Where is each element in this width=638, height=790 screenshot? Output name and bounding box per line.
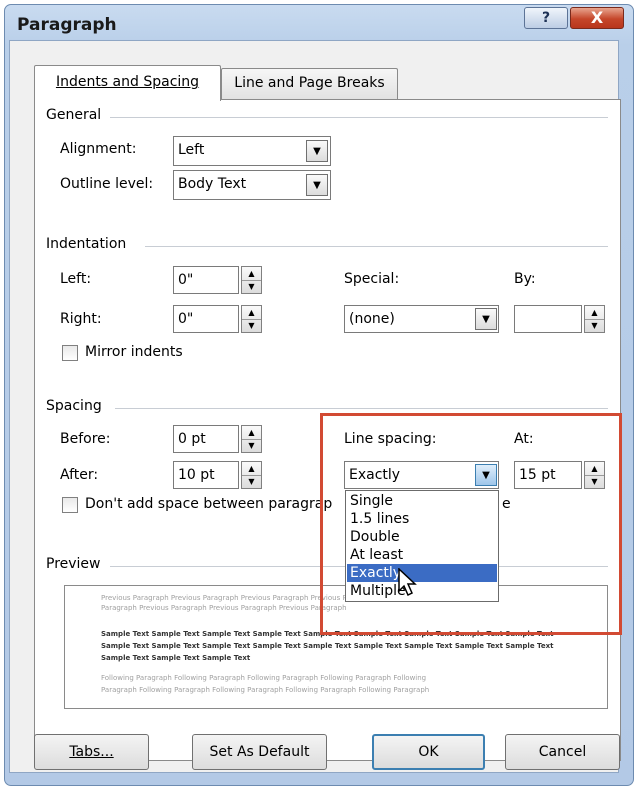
tab-label: Line and Page Breaks — [234, 75, 385, 91]
tab-label: Indents and Spacing — [55, 74, 200, 90]
indentation-divider — [145, 246, 608, 247]
spin-up-icon[interactable]: ▲ — [585, 462, 604, 476]
by-input[interactable] — [514, 305, 582, 333]
alignment-label: Alignment: — [60, 141, 137, 157]
by-spinner[interactable]: ▲ ▼ — [584, 305, 605, 333]
spin-down-icon[interactable]: ▼ — [242, 319, 261, 332]
after-value: 10 pt — [178, 467, 215, 483]
tabs-button[interactable]: Tabs... — [34, 734, 149, 770]
left-indent-label: Left: — [60, 271, 92, 287]
spin-down-icon[interactable]: ▼ — [242, 475, 261, 488]
special-label: Special: — [344, 271, 400, 287]
chevron-down-icon[interactable]: ▼ — [306, 140, 328, 162]
option-exactly[interactable]: Exactly — [347, 564, 497, 582]
left-indent-input[interactable]: 0" — [173, 266, 239, 294]
mouse-pointer-icon — [398, 568, 417, 597]
preview-sample-line: Sample Text Sample Text Sample Text Samp… — [101, 630, 554, 638]
dialog-title: Paragraph — [17, 15, 117, 35]
spacing-divider — [115, 408, 608, 409]
dont-add-space-label-tail: e — [502, 496, 511, 512]
dont-add-space-label: Don't add space between paragrap — [85, 496, 333, 512]
after-input[interactable]: 10 pt — [173, 461, 239, 489]
spin-down-icon[interactable]: ▼ — [585, 475, 604, 488]
spin-up-icon[interactable]: ▲ — [242, 306, 261, 320]
left-indent-value: 0" — [178, 272, 194, 288]
help-button[interactable]: ? — [524, 7, 568, 29]
special-value: (none) — [349, 311, 395, 327]
indentation-heading: Indentation — [46, 236, 133, 252]
general-heading: General — [46, 107, 108, 123]
dont-add-space-checkbox[interactable] — [62, 497, 78, 513]
before-value: 0 pt — [178, 431, 206, 447]
option-double[interactable]: Double — [347, 528, 497, 546]
by-label: By: — [514, 271, 536, 287]
tab-indents-and-spacing[interactable]: Indents and Spacing — [34, 65, 221, 101]
line-spacing-label: Line spacing: — [344, 431, 437, 447]
spin-down-icon[interactable]: ▼ — [242, 280, 261, 293]
at-spinner[interactable]: ▲ ▼ — [584, 461, 605, 489]
title-bar: Paragraph ? X — [5, 5, 633, 45]
preview-sample-line: Sample Text Sample Text Sample Text — [101, 654, 251, 662]
option-multiple[interactable]: Multiple — [347, 582, 497, 600]
mirror-indents-label: Mirror indents — [85, 344, 183, 360]
option-1-5-lines[interactable]: 1.5 lines — [347, 510, 497, 528]
after-spinner[interactable]: ▲ ▼ — [241, 461, 262, 489]
right-indent-spinner[interactable]: ▲ ▼ — [241, 305, 262, 333]
tab-line-and-page-breaks[interactable]: Line and Page Breaks — [221, 68, 398, 99]
before-input[interactable]: 0 pt — [173, 425, 239, 453]
preview-sample-line: Sample Text Sample Text Sample Text Samp… — [101, 642, 554, 650]
option-at-least[interactable]: At least — [347, 546, 497, 564]
outline-level-value: Body Text — [178, 176, 247, 192]
preview-previous-line: Paragraph Previous Paragraph Previous Pa… — [101, 604, 347, 612]
mirror-indents-checkbox[interactable] — [62, 345, 78, 361]
line-spacing-value: Exactly — [349, 467, 401, 483]
at-label: At: — [514, 431, 534, 447]
after-label: After: — [60, 467, 99, 483]
spin-down-icon[interactable]: ▼ — [585, 319, 604, 332]
alignment-value: Left — [178, 142, 205, 158]
ok-label: OK — [418, 744, 439, 760]
general-divider — [110, 117, 608, 118]
chevron-down-icon[interactable]: ▼ — [475, 464, 497, 486]
preview-previous-line: Previous Paragraph Previous Paragraph Pr… — [101, 594, 379, 602]
spin-up-icon[interactable]: ▲ — [242, 462, 261, 476]
preview-following-line: Paragraph Following Paragraph Following … — [101, 686, 430, 694]
before-spinner[interactable]: ▲ ▼ — [241, 425, 262, 453]
spin-up-icon[interactable]: ▲ — [242, 426, 261, 440]
before-label: Before: — [60, 431, 111, 447]
spin-up-icon[interactable]: ▲ — [585, 306, 604, 320]
preview-following-line: Following Paragraph Following Paragraph … — [101, 674, 427, 682]
chevron-down-icon[interactable]: ▼ — [475, 308, 497, 330]
tabs-button-label: Tabs... — [69, 744, 114, 760]
preview-heading: Preview — [46, 556, 107, 572]
set-as-default-button[interactable]: Set As Default — [192, 734, 327, 770]
at-input[interactable]: 15 pt — [514, 461, 582, 489]
right-indent-value: 0" — [178, 311, 194, 327]
spin-up-icon[interactable]: ▲ — [242, 267, 261, 281]
preview-pane: Previous Paragraph Previous Paragraph Pr… — [64, 585, 608, 709]
outline-level-label: Outline level: — [60, 176, 154, 192]
spin-down-icon[interactable]: ▼ — [242, 439, 261, 452]
option-single[interactable]: Single — [347, 492, 497, 510]
close-button[interactable]: X — [570, 7, 624, 29]
at-value: 15 pt — [519, 467, 556, 483]
spacing-heading: Spacing — [46, 398, 108, 414]
right-indent-input[interactable]: 0" — [173, 305, 239, 333]
left-indent-spinner[interactable]: ▲ ▼ — [241, 266, 262, 294]
cancel-button[interactable]: Cancel — [505, 734, 620, 770]
right-indent-label: Right: — [60, 311, 102, 327]
line-spacing-dropdown-list[interactable]: Single 1.5 lines Double At least Exactly… — [345, 490, 499, 602]
set-as-default-label: Set As Default — [209, 744, 310, 760]
ok-button[interactable]: OK — [372, 734, 485, 770]
cancel-label: Cancel — [538, 744, 587, 760]
chevron-down-icon[interactable]: ▼ — [306, 174, 328, 196]
